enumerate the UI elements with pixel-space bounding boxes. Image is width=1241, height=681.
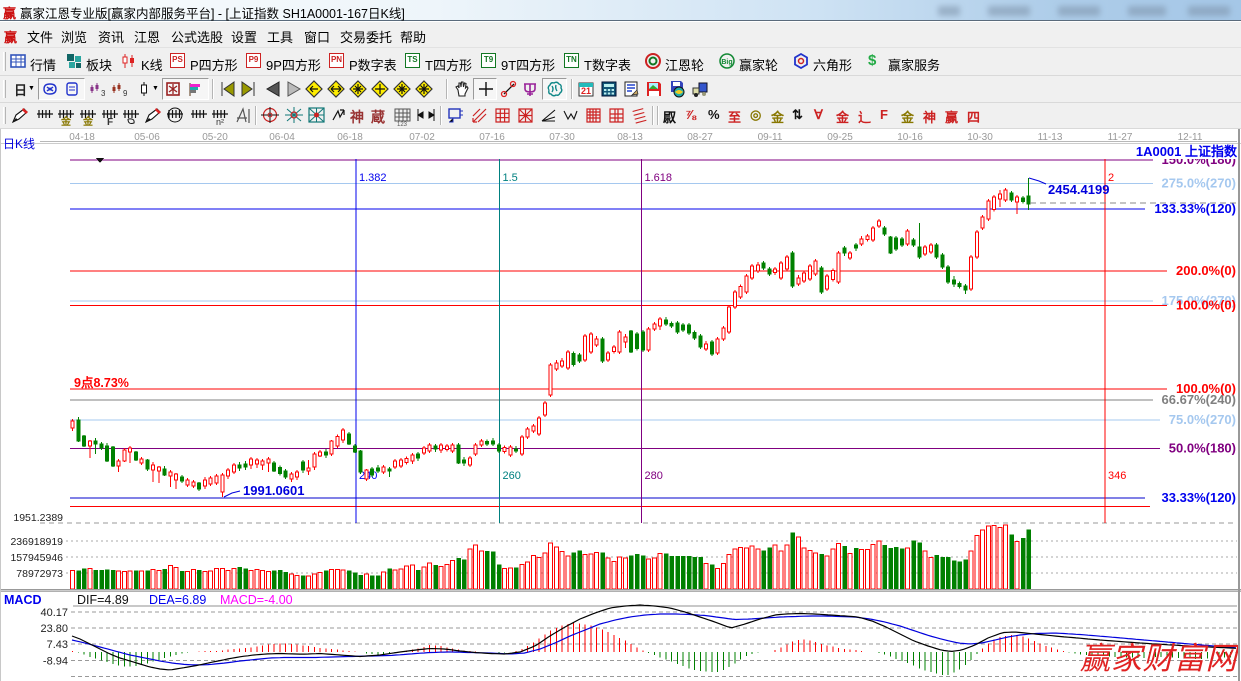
svg-text:赢家财富网: 赢家财富网 bbox=[1080, 641, 1241, 676]
svg-text:1951.2389: 1951.2389 bbox=[13, 512, 63, 524]
svg-text:260: 260 bbox=[503, 470, 521, 482]
svg-text:1991.0601: 1991.0601 bbox=[243, 483, 304, 498]
svg-text:200.0%(0): 200.0%(0) bbox=[1176, 263, 1236, 278]
svg-text:275.0%(270): 275.0%(270) bbox=[1162, 176, 1236, 191]
svg-text:MACD=-4.00: MACD=-4.00 bbox=[220, 593, 293, 607]
svg-text:23.80: 23.80 bbox=[40, 623, 68, 635]
svg-text:346: 346 bbox=[1108, 470, 1126, 482]
svg-text:280: 280 bbox=[645, 470, 663, 482]
svg-text:7.43: 7.43 bbox=[47, 639, 68, 651]
svg-text:75.0%(270): 75.0%(270) bbox=[1169, 412, 1236, 427]
svg-text:1.618: 1.618 bbox=[645, 172, 673, 184]
svg-text:2454.4199: 2454.4199 bbox=[1048, 182, 1109, 197]
svg-text:1.5: 1.5 bbox=[503, 172, 518, 184]
svg-text:-8.94: -8.94 bbox=[43, 656, 68, 668]
svg-text:DEA=6.89: DEA=6.89 bbox=[149, 593, 206, 607]
svg-text:33.33%(120): 33.33%(120) bbox=[1162, 490, 1236, 505]
svg-text:78972973: 78972973 bbox=[16, 568, 63, 580]
svg-text:157945946: 157945946 bbox=[10, 552, 63, 564]
svg-text:1.382: 1.382 bbox=[359, 172, 387, 184]
svg-text:40.17: 40.17 bbox=[40, 607, 68, 619]
svg-text:236918919: 236918919 bbox=[10, 536, 63, 548]
svg-text:DIF=4.89: DIF=4.89 bbox=[77, 593, 129, 607]
svg-text:50.0%(180): 50.0%(180) bbox=[1169, 441, 1236, 456]
svg-text:66.67%(240): 66.67%(240) bbox=[1162, 392, 1236, 407]
svg-text:日K线: 日K线 bbox=[3, 137, 35, 151]
svg-text:MACD: MACD bbox=[4, 593, 42, 607]
svg-text:100.0%(0): 100.0%(0) bbox=[1176, 298, 1236, 313]
svg-text:9点8.73%: 9点8.73% bbox=[74, 375, 129, 390]
svg-text:1A0001 上证指数: 1A0001 上证指数 bbox=[1136, 144, 1238, 159]
